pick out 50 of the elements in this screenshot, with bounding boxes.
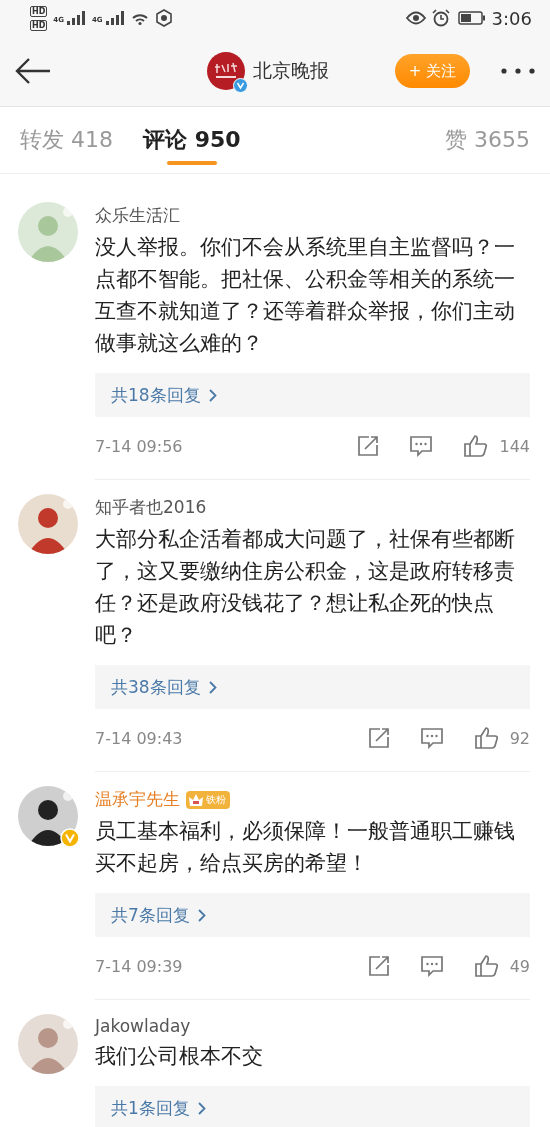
replies-link[interactable]: 共7条回复 <box>111 903 206 927</box>
replies-link[interactable]: 共1条回复 <box>111 1096 206 1120</box>
comment-icon[interactable] <box>419 955 444 977</box>
comment-text: 员工基本福利，必须保障！一般普通职工赚钱买不起房，给点买房的希望！ <box>95 818 516 877</box>
more-icon[interactable] <box>500 67 536 75</box>
like-count: 144 <box>499 436 530 456</box>
logo-icon <box>207 52 246 90</box>
signal-icon <box>104 10 125 26</box>
comment-time: 7-14 09:39 <box>95 956 184 976</box>
user-name[interactable]: 温承宇先生 <box>95 788 180 811</box>
comment-text: 我们公司根本不交 <box>95 1043 264 1070</box>
chevron-icon <box>208 388 217 402</box>
replies-link[interactable]: 共18条回复 <box>111 383 217 407</box>
follow-button[interactable]: + 关注 <box>394 54 470 88</box>
fan-badge: 铁粉 <box>186 790 230 809</box>
user-name[interactable]: Jakowladay <box>95 1016 191 1036</box>
comment-text: 大部分私企活着都成大问题了，社保有些都断了，这又要缴纳住房公积金，这是政府转移责任？还是政府没钱花了？想让私企死的快点吧？ <box>95 526 516 649</box>
chevron-icon <box>208 680 217 694</box>
share-icon[interactable] <box>357 435 380 457</box>
comment-time: 7-14 09:43 <box>95 728 184 748</box>
share-icon[interactable] <box>367 727 390 749</box>
comment-time: 7-14 09:56 <box>95 436 184 456</box>
like-icon[interactable] <box>473 726 500 750</box>
tab[interactable]: 转发 418 <box>20 107 113 173</box>
account-name[interactable]: 北京晚报 <box>253 58 330 84</box>
eye-icon <box>405 11 426 25</box>
share-icon[interactable] <box>367 955 390 977</box>
clock-time: 3:06 <box>491 7 532 29</box>
alarm-icon <box>431 9 450 27</box>
chevron-icon <box>197 908 206 922</box>
comment-icon[interactable] <box>409 435 434 457</box>
verified-icon <box>60 828 80 848</box>
chevron-icon <box>197 1101 206 1115</box>
like-icon[interactable] <box>473 954 500 978</box>
like-icon[interactable] <box>463 434 490 458</box>
tab[interactable]: 赞 3655 <box>445 107 530 173</box>
comment-text: 没人举报。你们不会从系统里自主监督吗？一点都不智能。把社保、公积金等相关的系统一互查不就知道了？还等着群众举报，你们主动做事就这么难的？ <box>95 234 516 357</box>
like-count: 92 <box>509 728 530 748</box>
hd-label: HD <box>30 19 48 31</box>
like-count: 49 <box>509 956 530 976</box>
user-name[interactable]: 众乐生活汇 <box>95 204 180 227</box>
back-icon[interactable] <box>14 57 52 85</box>
tab[interactable]: 评论 950 <box>143 107 241 173</box>
hd-label: HD <box>30 5 48 17</box>
replies-link[interactable]: 共38条回复 <box>111 675 217 699</box>
signal-icon <box>65 10 86 26</box>
verified-icon <box>233 78 249 93</box>
user-name[interactable]: 知乎者也2016 <box>95 496 207 519</box>
comment-icon[interactable] <box>419 727 444 749</box>
battery-icon <box>457 11 486 25</box>
